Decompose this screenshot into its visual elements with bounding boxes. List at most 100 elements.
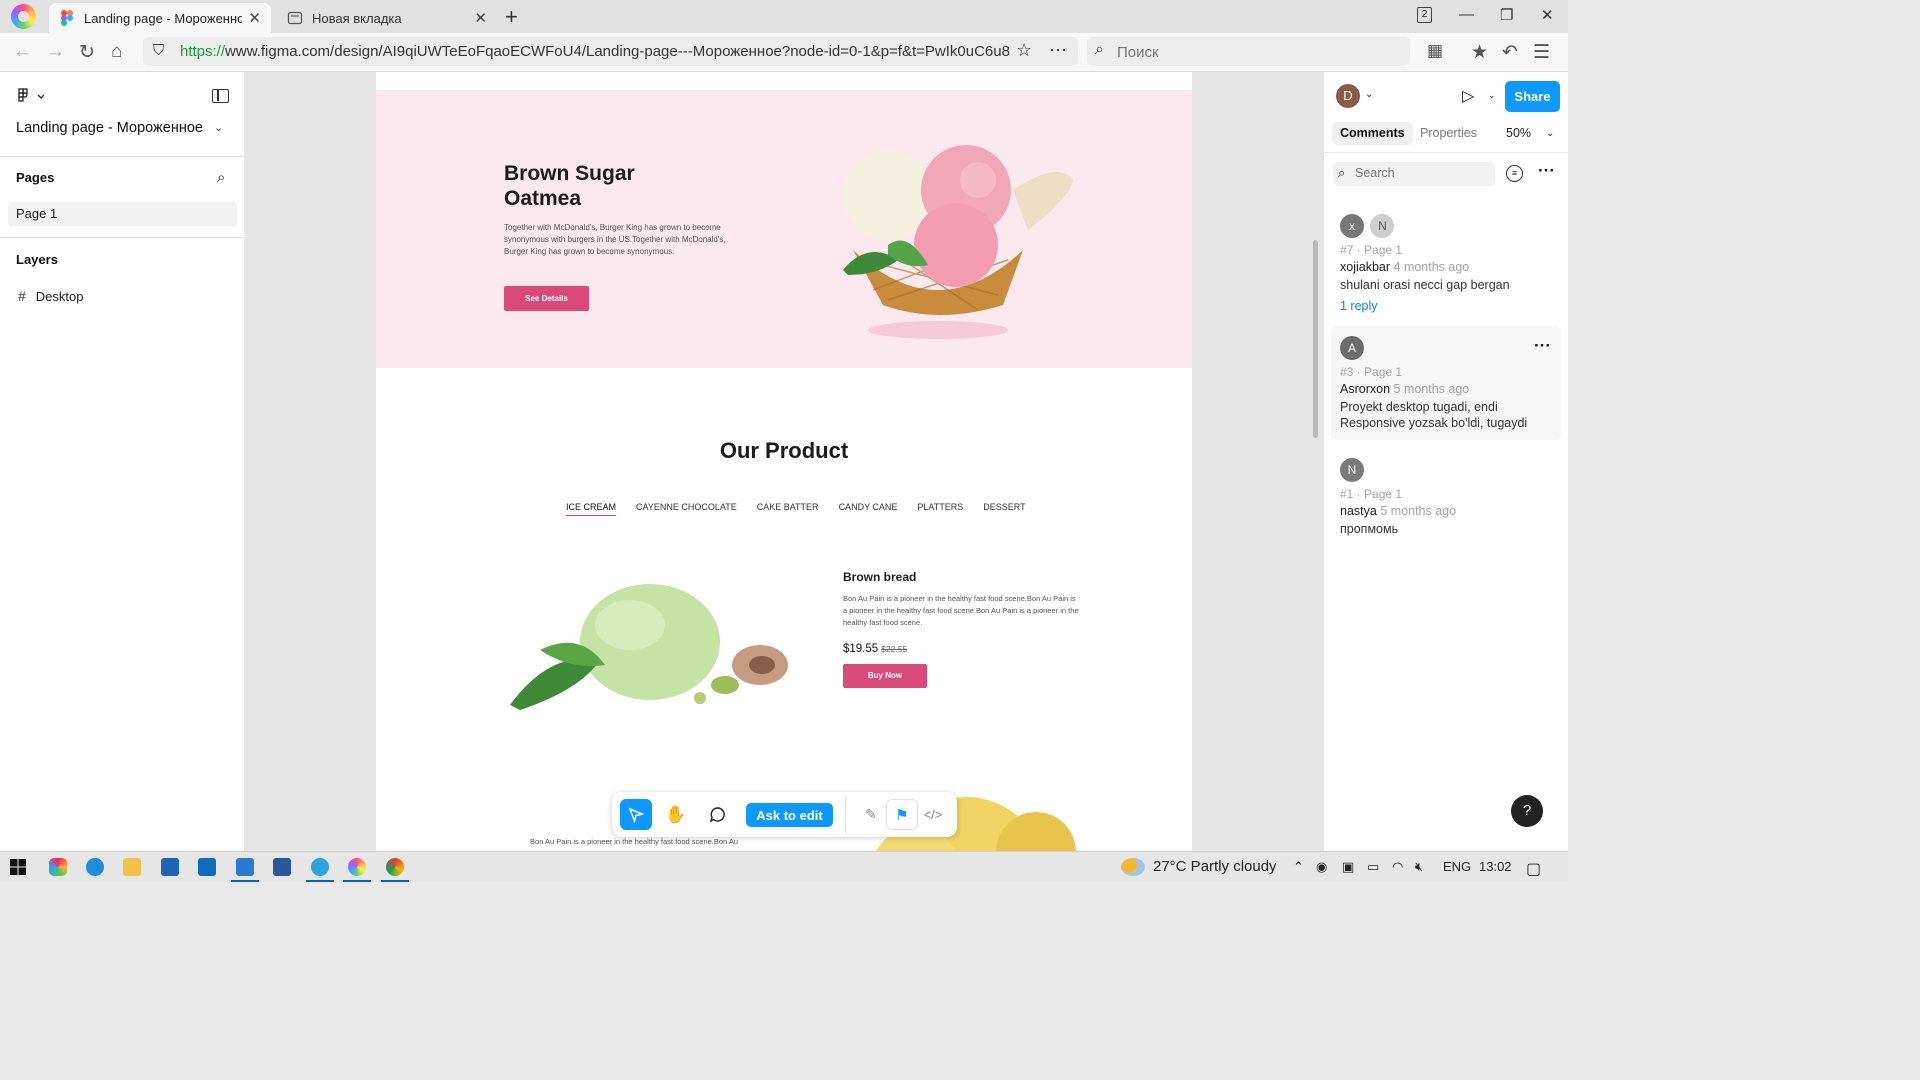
filter-icon[interactable]: ≡ [1506, 165, 1523, 182]
reload-icon[interactable]: ↻ [79, 41, 95, 64]
hand-tool-icon[interactable]: ✋ [660, 799, 692, 830]
avatar: x [1340, 214, 1364, 238]
home-icon[interactable]: ⌂ [111, 41, 122, 63]
layers-heading: Layers [16, 252, 58, 267]
new-tab-plus-icon[interactable]: + [505, 4, 518, 30]
comment-thread[interactable]: A ··· #3 · Page 1 Asrorxon 5 months ago … [1331, 326, 1561, 440]
desktop-frame[interactable]: Brown Sugar Oatmea Together with McDonal… [376, 72, 1192, 851]
tab-new[interactable]: Новая вкладка ✕ [277, 3, 497, 33]
restore-icon[interactable]: ❐ [1500, 6, 1513, 24]
minimize-icon[interactable]: — [1459, 6, 1474, 23]
tab-platters[interactable]: PLATTERS [917, 502, 963, 516]
more-icon[interactable]: ··· [1538, 161, 1555, 181]
wifi-icon[interactable]: ◠ [1392, 859, 1403, 875]
forward-icon[interactable]: → [46, 41, 65, 63]
divider [0, 156, 245, 157]
ask-to-edit-button[interactable]: Ask to edit [746, 803, 833, 827]
back-icon[interactable]: ← [13, 41, 32, 63]
sidebar-toggle-icon[interactable] [212, 89, 229, 103]
canvas-scrollbar[interactable] [1313, 240, 1318, 438]
address-bar[interactable]: ⛉ https://www.figma.com/design/AI9qiUWTe… [143, 37, 1078, 66]
url-text[interactable]: https://www.figma.com/design/AI9qiUWTeEo… [180, 43, 1010, 60]
chevron-down-icon[interactable]: ⌄ [1365, 89, 1373, 100]
avatar[interactable]: D [1336, 84, 1360, 108]
tab-ice-cream[interactable]: ICE CREAM [566, 502, 617, 516]
browser-taskbar-icon[interactable] [348, 858, 366, 876]
left-panel: Landing page - Мороженное ⌄ Pages ⌕ Page… [0, 72, 245, 851]
tab-dessert[interactable]: DESSERT [983, 502, 1025, 516]
outlook-icon[interactable] [198, 858, 216, 876]
menu-icon[interactable]: ☰ [1533, 41, 1550, 64]
copilot-icon[interactable] [49, 858, 67, 876]
canvas[interactable]: Brown Sugar Oatmea Together with McDonal… [246, 72, 1323, 851]
buy-now-button[interactable]: Buy Now [843, 664, 927, 688]
vscode-icon[interactable] [236, 858, 254, 876]
more-icon[interactable]: ··· [1049, 39, 1067, 60]
edge-icon[interactable] [86, 858, 104, 876]
share-button[interactable]: Share [1505, 81, 1560, 112]
close-tab-icon[interactable]: ✕ [248, 9, 261, 27]
more-icon[interactable]: ··· [1534, 336, 1551, 356]
windows-start-icon[interactable] [9, 858, 27, 876]
favorites-icon[interactable]: ★ [1471, 41, 1488, 64]
page-item[interactable]: Page 1 [8, 202, 237, 226]
browser-logo[interactable] [11, 4, 36, 29]
ice-cream-cone-image [843, 145, 1073, 339]
tray-app-icon[interactable]: ◉ [1316, 859, 1327, 875]
battery-icon[interactable]: ▭ [1367, 859, 1379, 875]
figma-menu-icon[interactable] [18, 88, 45, 108]
telegram-icon[interactable] [311, 858, 329, 876]
store-icon[interactable] [161, 858, 179, 876]
help-button[interactable]: ? [1511, 795, 1543, 827]
star-icon[interactable]: ☆ [1016, 40, 1032, 61]
tab-properties[interactable]: Properties [1412, 122, 1485, 145]
clock[interactable]: 13:02 [1479, 859, 1512, 874]
search-icon[interactable]: ⌕ [217, 169, 225, 186]
tab-candy-cane[interactable]: CANDY CANE [839, 502, 898, 516]
language-indicator[interactable]: ENG [1443, 859, 1471, 874]
search-icon: ⌕ [1095, 41, 1104, 58]
notifications-icon[interactable]: ▢ [1526, 859, 1541, 879]
word-icon[interactable] [273, 858, 291, 876]
comment-avatars: N [1340, 458, 1552, 482]
weather-icon[interactable] [1121, 858, 1145, 876]
browser-search-input[interactable] [1117, 42, 1397, 62]
design-mode-icon[interactable]: ⚑ [886, 799, 918, 830]
comment-search-input[interactable] [1355, 166, 1485, 180]
grid-icon[interactable]: ▦ [1427, 41, 1443, 61]
file-name[interactable]: Landing page - Мороженное [16, 120, 203, 136]
reply-link[interactable]: 1 reply [1340, 299, 1552, 313]
chevron-down-icon[interactable]: ⌄ [1488, 90, 1496, 101]
meet-icon[interactable]: ▣ [1342, 859, 1354, 875]
chrome-icon[interactable] [386, 858, 404, 876]
hero-section[interactable]: Brown Sugar Oatmea Together with McDonal… [376, 90, 1192, 368]
present-play-icon[interactable]: ▷ [1462, 86, 1474, 106]
tab-cake-batter[interactable]: CAKE BATTER [757, 502, 819, 516]
shield-icon[interactable]: ⛉ [153, 42, 164, 59]
move-tool-icon[interactable] [620, 799, 652, 830]
volume-mute-icon[interactable]: 🔇︎ [1415, 859, 1423, 875]
zoom-level[interactable]: 50% [1506, 126, 1531, 140]
file-explorer-icon[interactable] [123, 858, 141, 876]
weather-text[interactable]: 27°C Partly cloudy [1153, 858, 1277, 875]
comment-thread[interactable]: N #1 · Page 1 nastya 5 months ago пропмо… [1331, 448, 1561, 547]
browser-search[interactable]: ⌕ [1087, 37, 1410, 66]
comment-thread[interactable]: x N #7 · Page 1 xojiakbar 4 months ago s… [1331, 204, 1561, 323]
tab-cayenne-chocolate[interactable]: CAYENNE CHOCOLATE [636, 502, 737, 516]
comment-text: Proyekt desktop tugadi, endi Responsive … [1340, 400, 1528, 430]
tab-comments[interactable]: Comments [1332, 122, 1413, 145]
tab-figma[interactable]: Landing page - Мороженное ✕ [49, 3, 271, 33]
comment-tool-icon[interactable] [701, 799, 733, 830]
close-window-icon[interactable]: ✕ [1541, 6, 1554, 24]
see-details-button[interactable]: See Details [504, 286, 589, 311]
tab-count-badge[interactable]: 2 [1417, 7, 1432, 23]
comment-search[interactable]: ⌕ [1333, 162, 1495, 186]
layer-item-desktop[interactable]: # Desktop [18, 288, 84, 304]
dev-mode-icon[interactable]: </> [917, 799, 949, 830]
chevron-up-icon[interactable]: ⌃ [1293, 859, 1304, 875]
undo-icon[interactable]: ↶ [1502, 41, 1518, 64]
chevron-down-icon[interactable]: ⌄ [214, 121, 223, 134]
chevron-down-icon[interactable]: ⌄ [1546, 128, 1554, 139]
close-tab-icon[interactable]: ✕ [474, 9, 487, 27]
draw-mode-icon[interactable]: ✎ [855, 799, 887, 830]
